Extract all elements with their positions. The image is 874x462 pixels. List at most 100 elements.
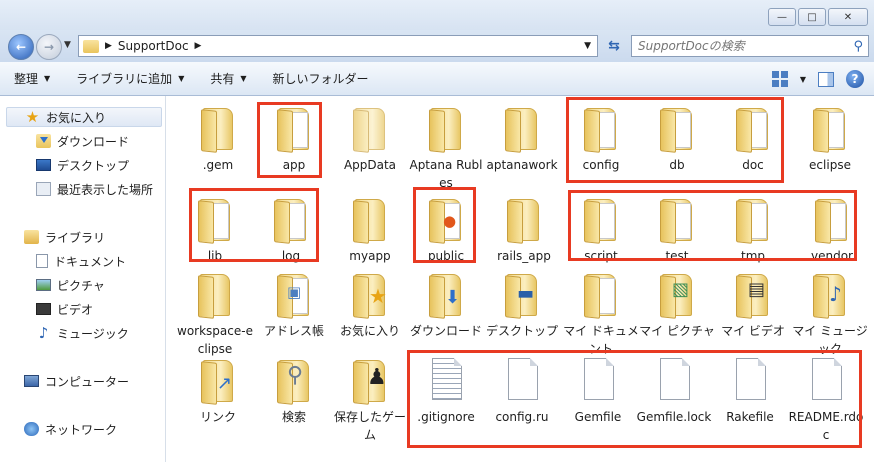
nav-downloads[interactable]: ダウンロード	[36, 131, 129, 151]
picture-icon: ▧	[672, 279, 690, 300]
folder-icon: ★	[347, 270, 393, 319]
folder-item[interactable]: ▧ マイ ピクチャ	[639, 270, 715, 340]
nav-recent-places-label: 最近表示した場所	[57, 182, 154, 197]
contacts-card-icon: ▣	[287, 283, 302, 301]
folder-item[interactable]: workspace-eclipse	[177, 270, 253, 358]
folder-icon	[501, 195, 547, 244]
folder-icon	[499, 104, 545, 153]
film-icon: ▤	[748, 279, 766, 300]
nav-favorites-label: お気に入り	[46, 110, 107, 125]
folder-item[interactable]: ↗ リンク	[180, 356, 256, 426]
nav-computer[interactable]: コンピューター	[24, 371, 129, 391]
folder-item[interactable]: AppData	[332, 104, 408, 174]
folder-item[interactable]: ▣ アドレス帳	[256, 270, 332, 340]
nav-pictures[interactable]: ピクチャ	[36, 275, 105, 295]
close-button[interactable]: ✕	[828, 8, 868, 26]
folder-icon	[578, 270, 624, 319]
nav-libraries[interactable]: ライブラリ	[24, 227, 105, 247]
folder-item[interactable]: ♪ マイ ミュージック	[792, 270, 868, 358]
nav-music[interactable]: ♪ ミュージック	[36, 323, 129, 343]
nav-downloads-label: ダウンロード	[57, 134, 130, 149]
folder-icon: ▧	[654, 270, 700, 319]
add-to-library-button[interactable]: ライブラリに追加 ▼	[76, 70, 184, 87]
folder-icon	[807, 104, 853, 153]
history-dropdown-icon[interactable]: ▼	[64, 40, 71, 50]
folder-icon	[83, 39, 99, 53]
address-row: ← → ▼ ▶ SupportDoc ▶ ▼ ⇆ ⚲	[0, 30, 874, 62]
share-button[interactable]: 共有 ▼	[210, 70, 246, 87]
folder-item[interactable]: マイ ドキュメント	[563, 270, 639, 358]
add-to-library-label: ライブラリに追加	[76, 72, 173, 86]
computer-icon	[24, 375, 39, 387]
address-bar[interactable]: ▶ SupportDoc ▶ ▼	[78, 35, 598, 57]
breadcrumb-supportdoc[interactable]: SupportDoc	[118, 39, 189, 53]
window-controls: — □ ✕	[768, 8, 868, 26]
forward-button[interactable]: →	[36, 34, 62, 60]
nav-documents-label: ドキュメント	[54, 254, 127, 269]
nav-desktop[interactable]: デスクトップ	[36, 155, 129, 175]
folder-item[interactable]: rails_app	[486, 195, 562, 265]
command-bar: 整理 ▼ ライブラリに追加 ▼ 共有 ▼ 新しいフォルダー ▼ ?	[0, 62, 874, 96]
item-label: ダウンロード	[409, 324, 482, 338]
item-label: お気に入り	[339, 324, 400, 338]
chevron-down-icon: ▼	[240, 74, 247, 83]
star-icon: ★	[25, 108, 40, 126]
desktop-icon: ▬	[517, 283, 535, 304]
folder-item[interactable]: ⬇ ダウンロード	[408, 270, 484, 340]
search-box[interactable]: ⚲	[631, 35, 869, 57]
change-view-icon[interactable]	[771, 71, 788, 87]
music-note-icon: ♪	[38, 324, 49, 342]
nav-documents[interactable]: ドキュメント	[36, 251, 126, 271]
breadcrumb-separator-icon[interactable]: ▶	[195, 41, 202, 51]
arrow-left-icon: ←	[15, 40, 27, 54]
folder-item[interactable]: ★ お気に入り	[332, 270, 408, 340]
search-input[interactable]	[638, 39, 848, 53]
item-label: AppData	[343, 158, 397, 172]
nav-computer-label: コンピューター	[45, 374, 130, 389]
view-dropdown-icon[interactable]: ▼	[800, 75, 806, 84]
folder-item[interactable]: ▬ デスクトップ	[484, 270, 560, 340]
item-label: 検索	[281, 410, 306, 424]
downloads-icon	[36, 134, 51, 148]
share-label: 共有	[210, 72, 235, 86]
folder-item[interactable]: Aptana Rubles	[408, 104, 484, 192]
new-folder-button[interactable]: 新しいフォルダー	[273, 70, 369, 87]
item-label: マイ ピクチャ	[639, 324, 715, 338]
nav-recent-places[interactable]: 最近表示した場所	[36, 179, 153, 199]
organize-button[interactable]: 整理 ▼	[14, 70, 50, 87]
item-label: アドレス帳	[263, 324, 324, 338]
nav-network[interactable]: ネットワーク	[24, 419, 117, 439]
help-icon[interactable]: ?	[846, 70, 864, 88]
folder-item[interactable]: ▤ マイ ビデオ	[715, 270, 791, 340]
highlight-box	[568, 190, 857, 261]
preview-pane-icon[interactable]	[818, 71, 834, 87]
folder-item[interactable]: myapp	[332, 195, 408, 265]
nav-favorites[interactable]: ★ お気に入り	[6, 107, 162, 127]
highlight-box	[566, 97, 784, 183]
folder-icon: ↗	[195, 356, 241, 405]
address-dropdown-icon[interactable]: ▼	[584, 41, 591, 51]
videos-icon	[36, 303, 51, 315]
folder-icon: ♪	[807, 270, 853, 319]
folder-icon	[347, 195, 393, 244]
refresh-button[interactable]: ⇆	[603, 35, 625, 57]
item-label: .gem	[202, 158, 234, 172]
refresh-icon: ⇆	[608, 38, 620, 54]
maximize-button[interactable]: □	[798, 8, 826, 26]
navigation-pane: ★ お気に入り ダウンロード デスクトップ 最近表示した場所 ライブラリ ドキュ…	[0, 96, 166, 462]
folder-item[interactable]: ⚲ 検索	[256, 356, 332, 426]
folder-item[interactable]: ♟ 保存したゲーム	[332, 356, 408, 444]
nav-videos[interactable]: ビデオ	[36, 299, 93, 319]
star-icon: ★	[369, 284, 387, 308]
item-label: aptanawork	[486, 158, 558, 172]
magnifier-icon: ⚲	[287, 363, 304, 388]
item-label: マイ ビデオ	[721, 324, 785, 338]
back-button[interactable]: ←	[8, 34, 34, 60]
search-icon[interactable]: ⚲	[853, 39, 863, 54]
folder-item[interactable]: eclipse	[792, 104, 868, 174]
minimize-button[interactable]: —	[768, 8, 796, 26]
folder-item[interactable]: aptanawork	[484, 104, 560, 174]
breadcrumb-separator-icon[interactable]: ▶	[105, 41, 112, 51]
folder-item[interactable]: .gem	[180, 104, 256, 174]
nav-music-label: ミュージック	[57, 326, 129, 341]
